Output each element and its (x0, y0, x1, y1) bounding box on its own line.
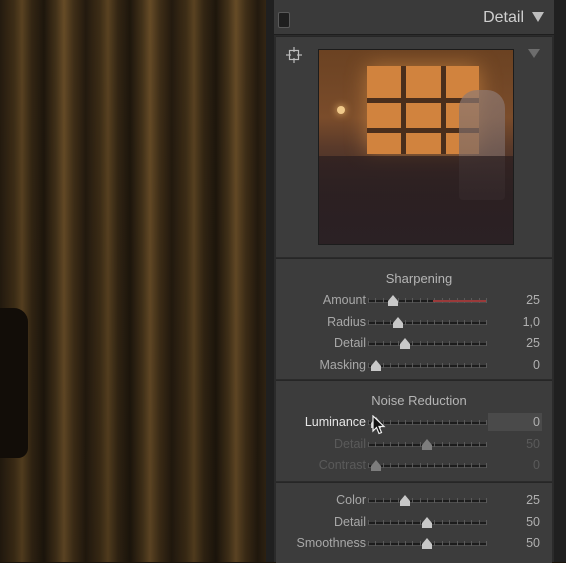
slider-value[interactable]: 25 (526, 293, 540, 307)
slider-thumb[interactable] (399, 495, 410, 506)
slider-value[interactable]: 1,0 (523, 315, 540, 329)
slider-value[interactable]: 0 (533, 358, 540, 372)
slider-label: Color (336, 493, 366, 507)
slider-track[interactable] (368, 295, 487, 306)
color-row-smoothness[interactable]: Smoothness 50 (276, 534, 552, 554)
lamp-silhouette (0, 308, 28, 458)
slider-label: Detail (334, 336, 366, 350)
slider-thumb[interactable] (422, 538, 432, 549)
slider-label: Contrast (318, 458, 366, 472)
slider-track[interactable] (368, 460, 487, 471)
slider-thumb[interactable] (388, 295, 399, 306)
slider-value[interactable]: 0 (533, 458, 540, 472)
photo-canvas[interactable] (0, 0, 266, 562)
slider-value[interactable]: 50 (526, 536, 540, 550)
noise_reduction-row-contrast[interactable]: Contrast 0 (276, 456, 552, 476)
color-noise-section: Color 25 Detail 50 Smoothness 50 (276, 482, 552, 563)
slider-value[interactable]: 25 (526, 493, 540, 507)
noise_reduction-row-luminance[interactable]: Luminance 0 (276, 413, 552, 435)
slider-label: Masking (319, 357, 366, 372)
slider-thumb[interactable] (422, 516, 432, 528)
slider-label: Detail (334, 436, 366, 451)
panel-header[interactable]: Detail (274, 0, 554, 35)
slider-value[interactable]: 0 (533, 415, 540, 429)
targeting-crosshair-icon[interactable] (286, 47, 302, 63)
sharpening-row-radius[interactable]: Radius 1,0 (276, 313, 552, 333)
slider-track[interactable] (368, 495, 487, 506)
slider-track[interactable] (368, 538, 487, 549)
detail-panel: Detail Sharpening Amount 25 Radius 1,0 Detai… (274, 0, 566, 563)
preview-section (276, 36, 552, 257)
slider-value[interactable]: 50 (526, 515, 540, 529)
slider-track[interactable] (368, 338, 487, 349)
slider-value[interactable]: 25 (526, 336, 540, 350)
sharpening-title: Sharpening (385, 271, 453, 286)
panel-title: Detail (483, 9, 524, 26)
noise-reduction-section: Noise Reduction Luminance 0 Detail 50 Contra… (276, 380, 552, 481)
slider-track[interactable] (368, 316, 487, 328)
noise_reduction-row-detail[interactable]: Detail 50 (276, 435, 552, 455)
slider-track[interactable] (368, 516, 487, 528)
slider-thumb[interactable] (371, 359, 381, 371)
slider-label: Smoothness (296, 536, 366, 550)
sharpening-row-detail[interactable]: Detail 25 (276, 334, 552, 354)
slider-label: Detail (334, 514, 366, 529)
noise-reduction-title: Noise Reduction (371, 393, 467, 408)
detail-preview-image[interactable] (318, 49, 514, 245)
sharpening-section: Sharpening Amount 25 Radius 1,0 Detail 25 Mask… (276, 258, 552, 379)
slider-track[interactable] (368, 438, 487, 450)
preview-toggle-triangle-icon[interactable] (528, 49, 540, 58)
slider-thumb[interactable] (371, 460, 381, 471)
slider-thumb[interactable] (399, 338, 410, 349)
slider-value[interactable]: 50 (526, 437, 540, 451)
preview-light (337, 106, 345, 114)
color-row-color[interactable]: Color 25 (276, 491, 552, 511)
slider-label: Amount (322, 293, 366, 307)
slider-label: Luminance (304, 415, 366, 429)
mouse-cursor-icon (372, 415, 386, 435)
panel-toggle-switch[interactable] (278, 12, 290, 28)
collapse-triangle-icon[interactable] (532, 12, 544, 22)
slider-thumb[interactable] (422, 438, 432, 450)
track-accent (432, 300, 486, 302)
slider-label: Radius (327, 314, 366, 329)
panel-divider (266, 0, 274, 562)
slider-thumb[interactable] (393, 316, 404, 328)
slider-track[interactable] (368, 359, 487, 371)
sharpening-row-masking[interactable]: Masking 0 (276, 356, 552, 376)
sharpening-row-amount[interactable]: Amount 25 (276, 291, 552, 311)
color-row-detail[interactable]: Detail 50 (276, 513, 552, 533)
